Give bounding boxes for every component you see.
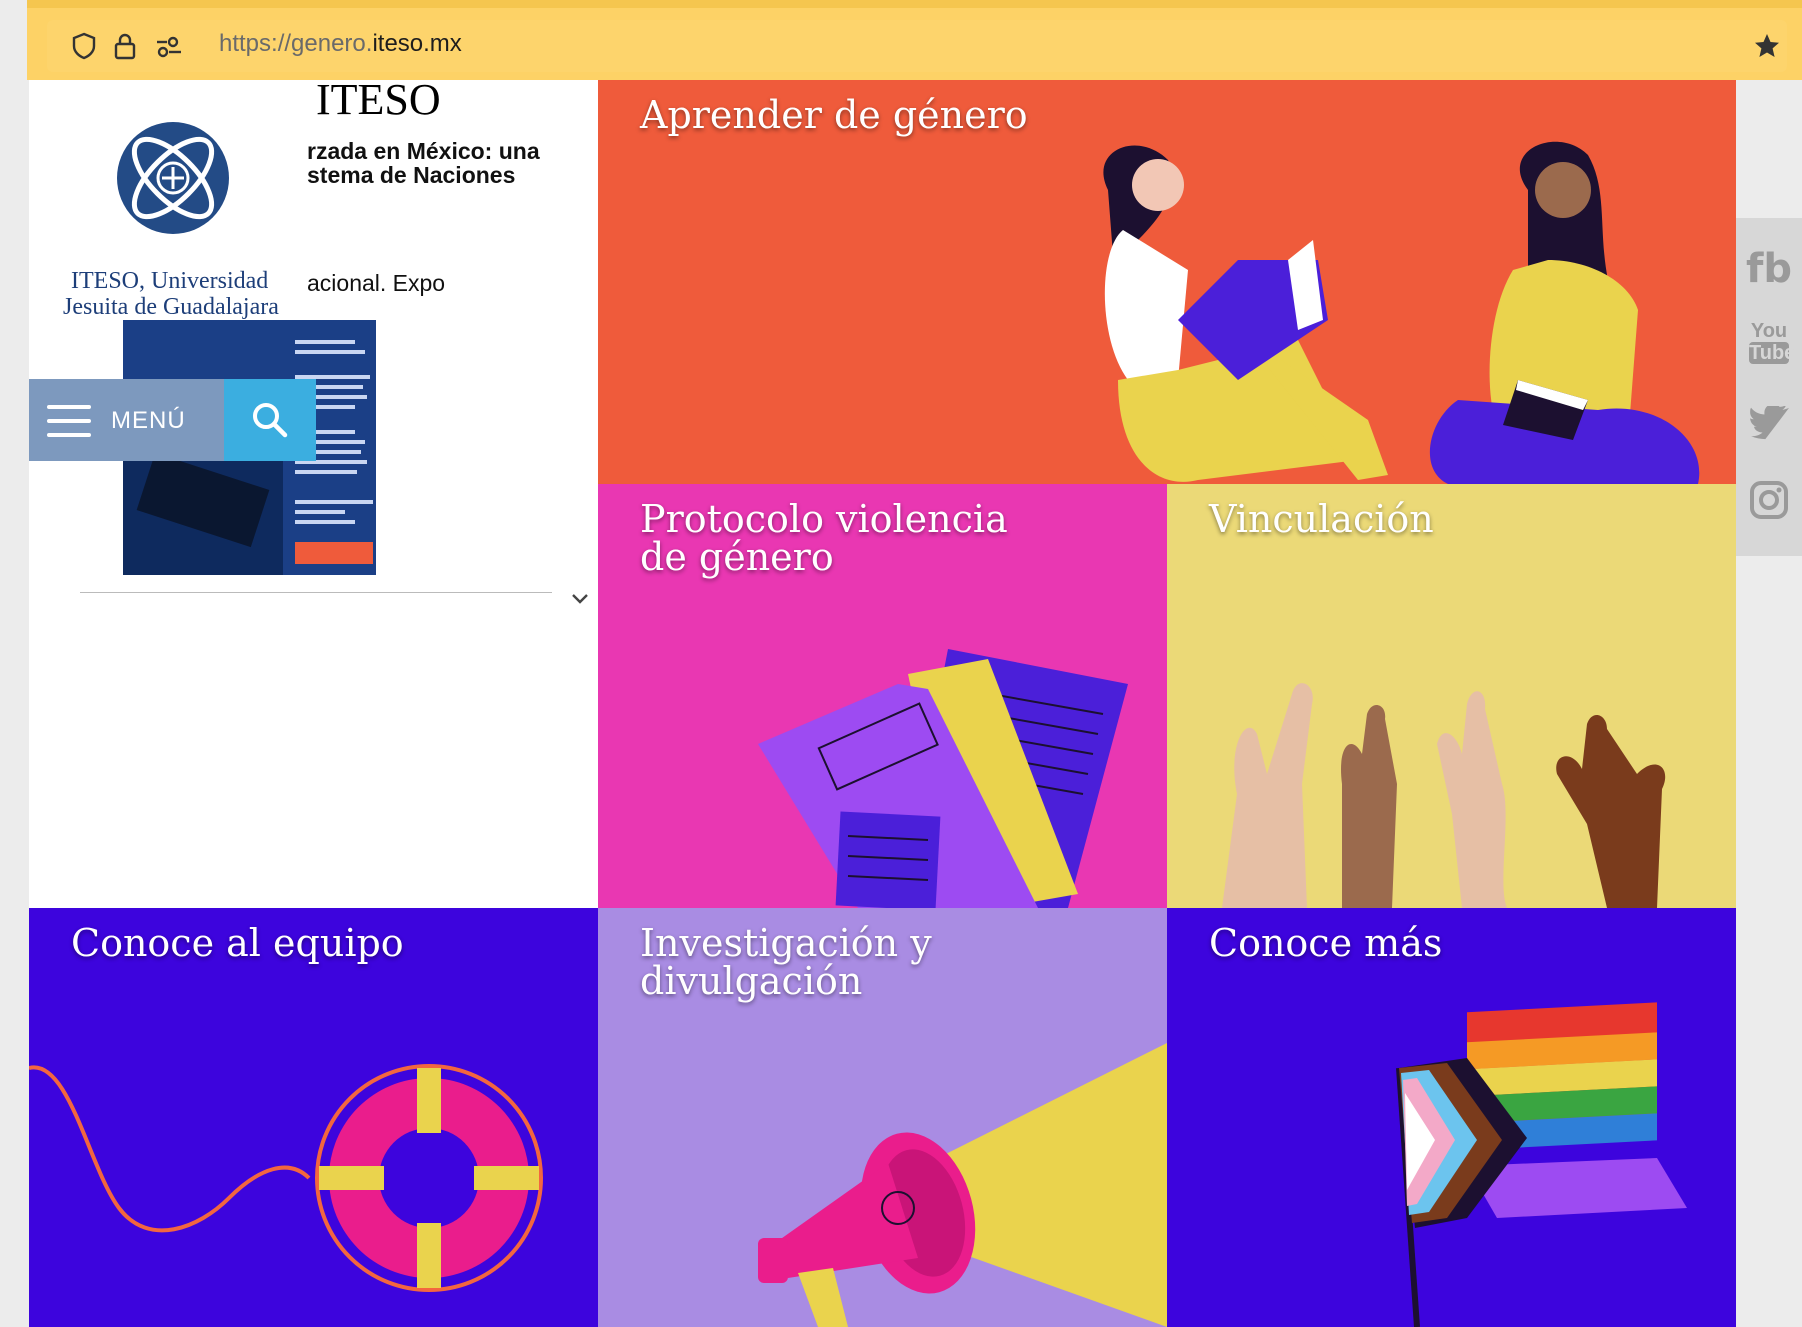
menu-button[interactable]: MENÚ (29, 379, 224, 461)
tile-conoce-mas[interactable]: Conoce más (1167, 908, 1736, 1327)
browser-url-bar: https://genero.iteso.mx (27, 0, 1802, 80)
tile-aprender-de-genero[interactable]: Aprender de género (598, 80, 1736, 484)
search-icon (253, 403, 288, 438)
tile-conoce-al-equipo[interactable]: Conoce al equipo (29, 908, 598, 1327)
lock-icon[interactable] (113, 32, 137, 65)
chevron-down-icon[interactable] (571, 586, 589, 612)
permissions-icon[interactable] (155, 36, 183, 63)
bookmark-star-icon[interactable] (1753, 32, 1781, 65)
left-panel: ITESO rzada en México: una stema de Naci… (29, 80, 598, 908)
divider (80, 592, 552, 593)
menu-label: MENÚ (111, 407, 186, 434)
youtube-icon[interactable]: You Tube (1736, 320, 1802, 364)
logo-text: ITESO, Universidad (71, 268, 269, 294)
news-text: acional. Expo (307, 270, 446, 296)
tile-title: Aprender de género (640, 93, 1028, 137)
tile-title: Vinculación (1209, 497, 1434, 541)
iteso-logo-icon[interactable] (115, 120, 231, 241)
raised-hands-illustration (1222, 683, 1666, 908)
tile-vinculacion[interactable]: Vinculación (1167, 484, 1736, 908)
news-heading: ITESO (316, 80, 441, 124)
url-text[interactable]: https://genero.iteso.mx (219, 30, 462, 58)
tile-investigacion-divulgacion[interactable]: Investigación y divulgación (598, 908, 1167, 1327)
twitter-icon[interactable] (1736, 404, 1802, 445)
news-text: stema de Naciones (307, 162, 516, 188)
address-field[interactable]: https://genero.iteso.mx (47, 20, 1787, 72)
page: ITESO rzada en México: una stema de Naci… (29, 80, 1736, 1327)
shield-icon[interactable] (71, 32, 97, 65)
news-text: rzada en México: una (307, 138, 540, 164)
lifebuoy-illustration (29, 1064, 543, 1292)
logo-text: Jesuita de Guadalajara (63, 294, 279, 320)
hamburger-icon (47, 405, 91, 437)
tile-title: Conoce al equipo (71, 921, 404, 965)
pride-flag-illustration (1396, 1002, 1687, 1327)
social-sidebar: fb You Tube (1736, 218, 1802, 556)
search-button[interactable] (224, 379, 316, 461)
facebook-icon[interactable]: fb (1736, 246, 1802, 292)
tile-protocolo-violencia[interactable]: Protocolo violencia de género (598, 484, 1167, 908)
reading-women-illustration (1103, 141, 1700, 484)
tile-title: Conoce más (1209, 921, 1443, 965)
instagram-icon[interactable] (1736, 480, 1802, 525)
tile-title: Investigación y divulgación (640, 921, 932, 1003)
tile-title: Protocolo violencia de género (640, 497, 1008, 579)
